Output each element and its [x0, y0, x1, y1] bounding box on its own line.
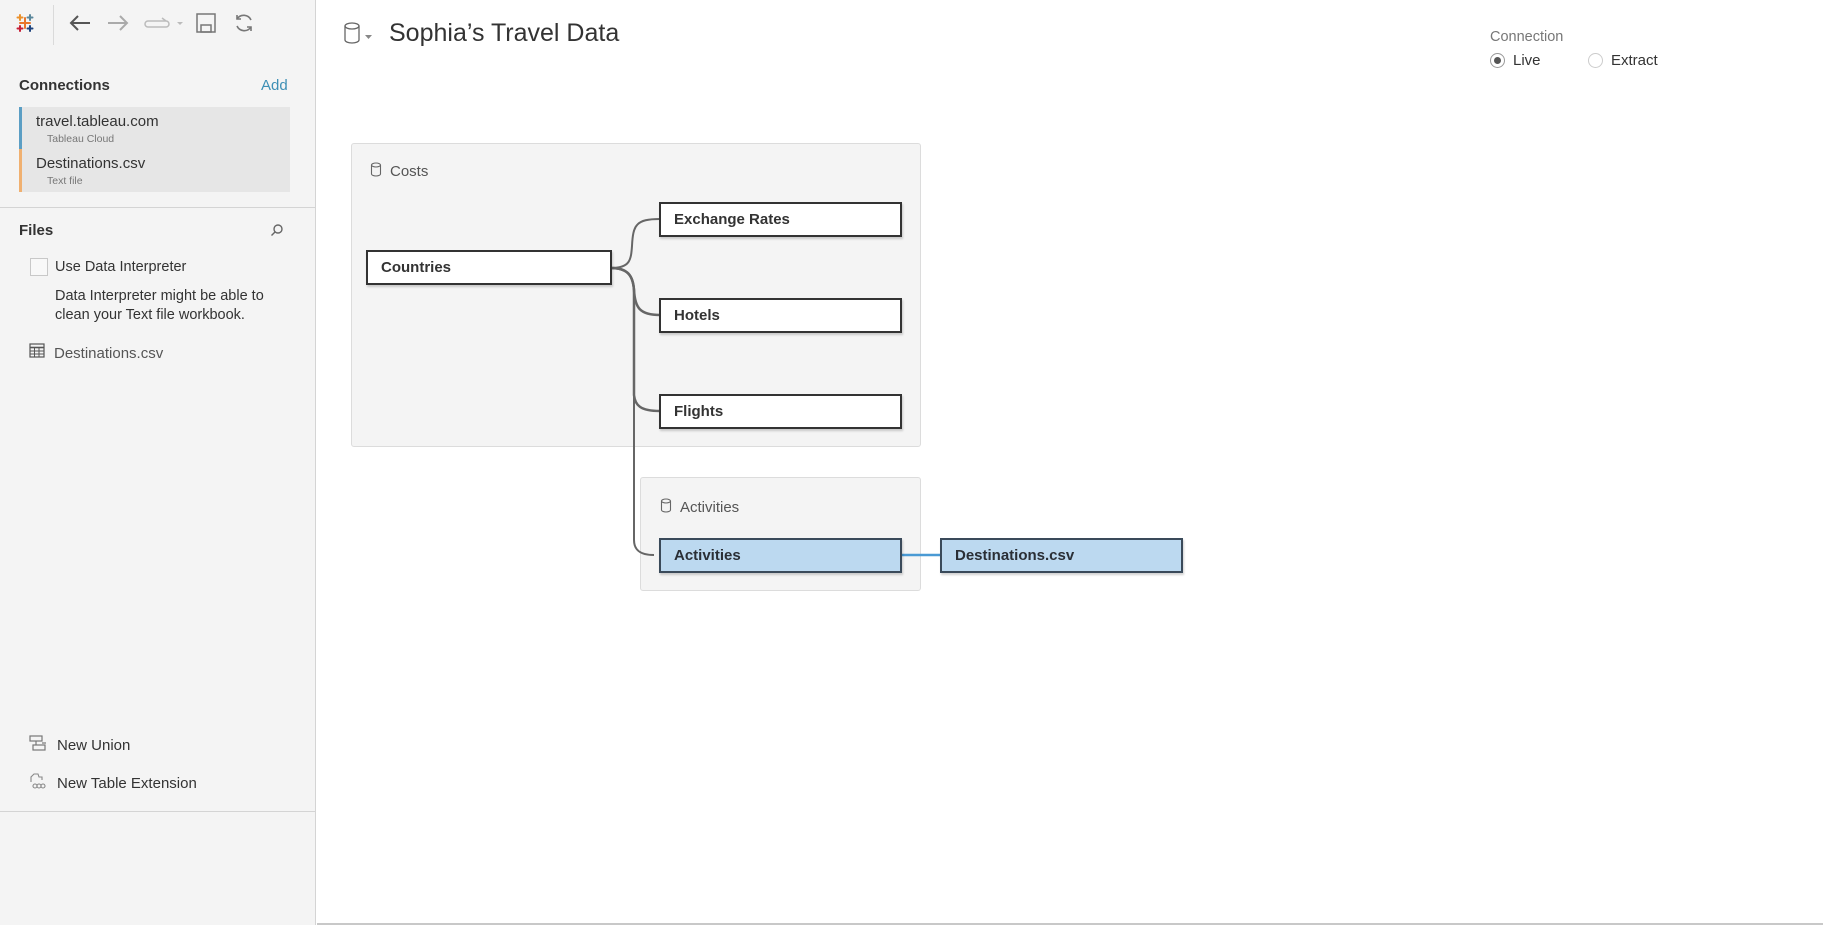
- new-table-extension-label: New Table Extension: [57, 775, 197, 792]
- table-exchange-rates[interactable]: Exchange Rates: [659, 202, 902, 237]
- connection-live-radio[interactable]: Live: [1490, 52, 1541, 69]
- panel-title-text: Activities: [680, 499, 740, 516]
- radio-circle: [1588, 53, 1603, 68]
- table-extension-icon: [29, 772, 47, 795]
- connection-name: Destinations.csv: [36, 155, 146, 172]
- connection-color-bar: [19, 107, 22, 149]
- connection-extract-radio[interactable]: Extract: [1588, 52, 1658, 69]
- search-icon[interactable]: [270, 223, 284, 242]
- connection-name: travel.tableau.com: [36, 113, 159, 130]
- page-title: Sophia’s Travel Data: [389, 19, 620, 47]
- activities-panel: [640, 477, 921, 591]
- database-icon: [370, 162, 382, 181]
- tableau-logo-icon[interactable]: [12, 10, 38, 36]
- radio-label: Extract: [1611, 52, 1658, 69]
- table-countries[interactable]: Countries: [366, 250, 612, 285]
- database-icon: [660, 498, 672, 517]
- radio-circle: [1490, 53, 1505, 68]
- connection-type: Tableau Cloud: [47, 133, 115, 145]
- redo-icon[interactable]: [142, 10, 186, 36]
- table-destinations-csv[interactable]: Destinations.csv: [940, 538, 1183, 573]
- sidebar-divider: [0, 207, 316, 208]
- connection-color-bar: [19, 149, 22, 192]
- union-icon: [29, 734, 47, 757]
- new-union-label: New Union: [57, 737, 131, 754]
- costs-panel-title: Costs: [370, 162, 428, 181]
- new-table-extension-item[interactable]: New Table Extension: [29, 772, 197, 795]
- connection-item-travel-tableau[interactable]: travel.tableau.com Tableau Cloud: [19, 107, 290, 149]
- connection-label: Connection: [1490, 29, 1564, 45]
- database-icon: [343, 22, 361, 49]
- radio-dot: [1494, 57, 1501, 64]
- chevron-down-icon: [365, 27, 372, 45]
- save-icon[interactable]: [193, 10, 219, 36]
- toolbar: [0, 0, 316, 46]
- datasource-menu-button[interactable]: [343, 22, 372, 49]
- data-source-canvas: [317, 0, 1823, 925]
- connection-type: Text file: [47, 175, 83, 187]
- left-sidebar: Connections Add travel.tableau.com Table…: [0, 0, 316, 925]
- table-hotels[interactable]: Hotels: [659, 298, 902, 333]
- table-grid-icon: [29, 343, 45, 363]
- connections-list: travel.tableau.com Tableau Cloud Destina…: [19, 107, 290, 192]
- refresh-icon[interactable]: [231, 10, 257, 36]
- sidebar-divider: [0, 811, 316, 812]
- file-name: Destinations.csv: [54, 344, 164, 362]
- connection-item-destinations[interactable]: Destinations.csv Text file: [19, 149, 290, 192]
- toolbar-divider: [53, 5, 54, 45]
- forward-icon[interactable]: [105, 10, 131, 36]
- activities-panel-title: Activities: [660, 498, 739, 517]
- use-data-interpreter-checkbox[interactable]: [30, 258, 48, 276]
- new-union-item[interactable]: New Union: [29, 734, 130, 757]
- radio-label: Live: [1513, 52, 1541, 69]
- connections-heading: Connections: [19, 77, 110, 94]
- table-activities[interactable]: Activities: [659, 538, 902, 573]
- data-interpreter-description: Data Interpreter might be able to clean …: [55, 288, 264, 323]
- panel-title-text: Costs: [390, 163, 429, 180]
- add-connection-link[interactable]: Add: [261, 77, 288, 94]
- table-flights[interactable]: Flights: [659, 394, 902, 429]
- back-icon[interactable]: [67, 10, 93, 36]
- use-data-interpreter-label: Use Data Interpreter: [55, 259, 187, 275]
- files-heading: Files: [19, 222, 54, 239]
- file-item-destinations[interactable]: Destinations.csv: [29, 342, 163, 364]
